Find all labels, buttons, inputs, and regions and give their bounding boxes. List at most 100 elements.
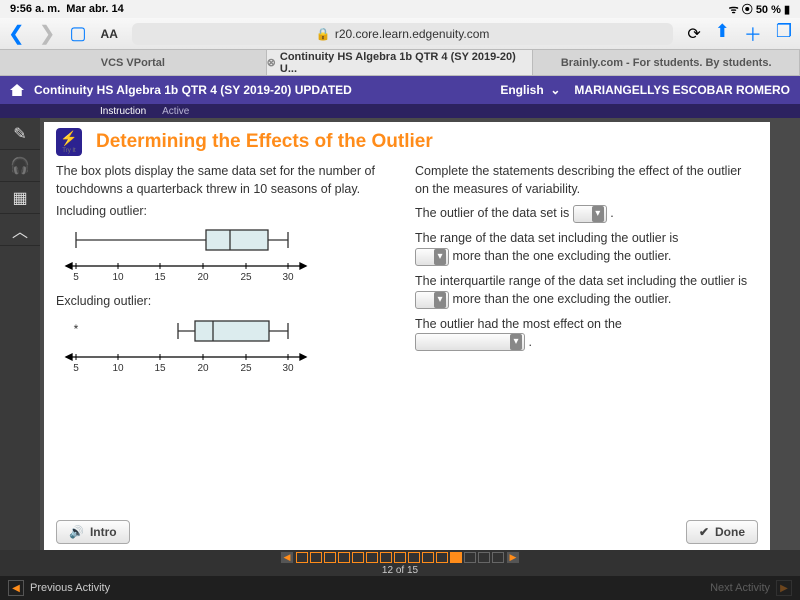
back-button[interactable]: ❮ [8,21,25,46]
speaker-icon: 🔊 [69,525,84,539]
progress-step[interactable] [394,552,406,563]
previous-activity-button[interactable]: ◀ Previous Activity [8,580,110,596]
stmt4b: . [528,335,531,349]
intro-label: Intro [90,525,117,539]
course-title: Continuity HS Algebra 1b QTR 4 (SY 2019-… [34,83,352,97]
label-excluding: Excluding outlier: [56,292,399,310]
calculator-icon[interactable]: ▦ [0,182,40,214]
battery-icon: ▮ [781,4,790,16]
headphones-icon[interactable]: 🎧 [0,150,40,182]
progress-step[interactable] [478,552,490,563]
svg-text:25: 25 [240,363,252,374]
share-icon[interactable]: ⬆︎ [715,21,730,47]
progress-prev[interactable]: ◀ [280,551,294,564]
user-name: MARIANGELLYS ESCOBAR ROMERO [574,83,790,97]
collapse-icon[interactable]: ︿ [0,214,40,246]
new-tab-icon[interactable]: ＋ [744,21,762,47]
pencil-icon[interactable]: ✎ [0,118,40,150]
close-icon[interactable]: ⊗ [267,56,276,69]
check-icon: ✔ [699,525,709,539]
intro-button[interactable]: 🔊 Intro [56,520,130,544]
course-header: Continuity HS Algebra 1b QTR 4 (SY 2019-… [0,76,800,104]
stmt4: The outlier had the most effect on the [415,317,622,331]
lesson-title: Determining the Effects of the Outlier [96,131,433,153]
status-time: 9:56 a. m. [10,3,60,15]
browser-toolbar: ❮ ❯ ▢ AA 🔒 r20.core.learn.edgenuity.com … [0,18,800,50]
svg-text:5: 5 [73,272,79,283]
progress-step[interactable] [380,552,392,563]
progress-step[interactable] [352,552,364,563]
stmt2b: more than the one excluding the outlier. [452,249,671,263]
tab-label: Brainly.com - For students. By students. [561,57,772,69]
svg-text:20: 20 [197,363,209,374]
activity-footer: ◀ Previous Activity Next Activity ▶ [0,576,800,600]
chevron-left-icon: ◀ [8,580,24,596]
progress-next[interactable]: ▶ [506,551,520,564]
stmt1a: The outlier of the data set is [415,206,573,220]
progress-step[interactable] [436,552,448,563]
svg-text:*: * [74,322,79,336]
right-intro-text: Complete the statements describing the e… [415,162,758,198]
progress-step[interactable] [296,552,308,563]
tab-vcs-vportal[interactable]: VCS VPortal [0,50,267,75]
lock-icon: 🔒 [316,27,331,41]
tab-brainly[interactable]: Brainly.com - For students. By students. [533,50,800,75]
progress-step[interactable] [324,552,336,563]
stmt3a: The interquartile range of the data set … [415,274,747,288]
svg-text:30: 30 [282,272,294,283]
done-button[interactable]: ✔ Done [686,520,758,544]
chevron-right-icon: ▶ [776,580,792,596]
progress-step[interactable] [366,552,378,563]
bookmarks-icon[interactable]: ▢ [70,23,87,44]
reload-icon[interactable]: ⟳ [687,24,700,44]
sub-active: Active [162,106,189,117]
svg-text:20: 20 [197,272,209,283]
progress-step[interactable] [464,552,476,563]
lesson-card: ⚡Try It Determining the Effects of the O… [44,122,770,550]
progress-step[interactable] [310,552,322,563]
wifi-icon: ᯤ ⦿ [729,4,756,16]
select-most-effect[interactable] [415,333,525,351]
home-icon[interactable] [10,84,24,96]
next-activity-button[interactable]: Next Activity ▶ [710,580,792,596]
forward-button[interactable]: ❯ [39,21,56,46]
stmt1b: . [610,206,613,220]
next-activity-label: Next Activity [710,582,770,594]
tryit-label: Try It [62,148,75,154]
status-date: Mar abr. 14 [66,3,123,15]
left-intro-text: The box plots display the same data set … [56,162,399,198]
progress-step[interactable] [492,552,504,563]
select-outlier-value[interactable] [573,205,607,223]
course-sub-bar: Instruction Active [0,104,800,118]
left-column: The box plots display the same data set … [56,162,399,516]
select-range-diff[interactable] [415,248,449,266]
battery-pct: 50 % [756,4,781,16]
url-text: r20.core.learn.edgenuity.com [335,27,490,41]
language-selector[interactable]: English ⌄ [500,83,560,97]
progress-bar: ◀ ▶ 12 of 15 [0,550,800,576]
progress-step[interactable] [422,552,434,563]
prev-activity-label: Previous Activity [30,582,110,594]
select-iqr-diff[interactable] [415,291,449,309]
progress-step[interactable] [338,552,350,563]
svg-text:30: 30 [282,363,294,374]
sub-instruction: Instruction [100,106,146,117]
done-label: Done [715,525,745,539]
language-label: English [500,83,543,97]
boxplot-excluding: * [56,313,316,379]
tabs-icon[interactable]: ❐ [776,21,792,47]
boxplot-including: 5 10 15 20 25 30 [56,222,316,288]
right-column: Complete the statements describing the e… [415,162,758,516]
svg-text:25: 25 [240,272,252,283]
tab-label: Continuity HS Algebra 1b QTR 4 (SY 2019-… [280,51,532,75]
tool-rail: ✎ 🎧 ▦ ︿ [0,118,40,550]
progress-label: 12 of 15 [382,565,418,576]
progress-step-current[interactable] [450,552,462,563]
tab-edgenuity[interactable]: ⊗ Continuity HS Algebra 1b QTR 4 (SY 2019… [267,50,534,75]
svg-text:5: 5 [73,363,79,374]
stmt2: The range of the data set including the … [415,231,678,245]
svg-text:15: 15 [154,363,166,374]
progress-step[interactable] [408,552,420,563]
url-bar[interactable]: 🔒 r20.core.learn.edgenuity.com [132,23,673,45]
text-size-button[interactable]: AA [101,27,118,41]
